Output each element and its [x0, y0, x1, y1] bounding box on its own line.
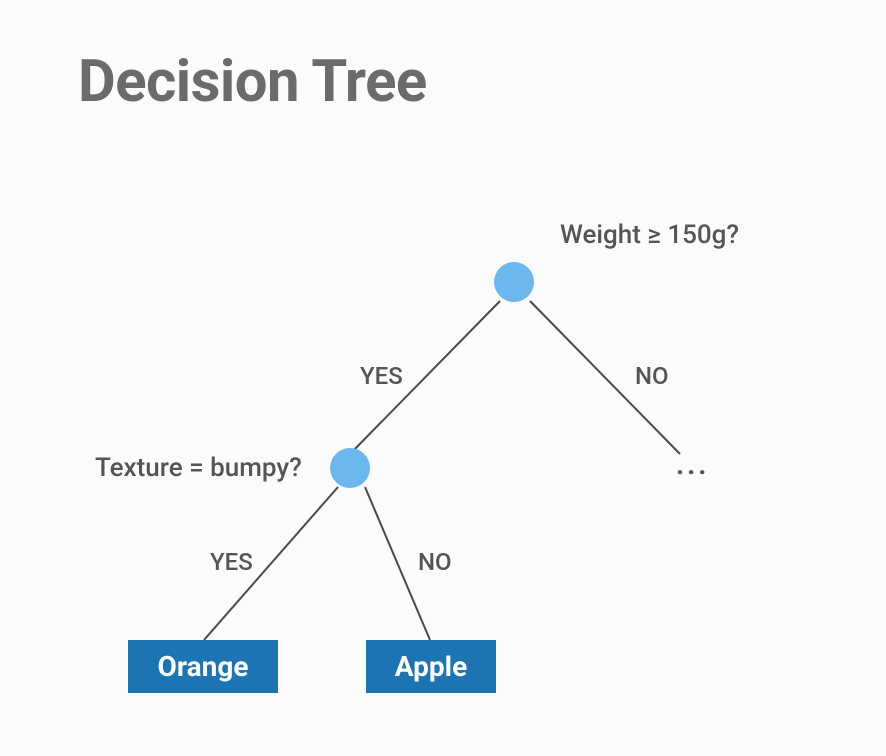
texture-yes-label: YES	[210, 548, 253, 576]
leaf-orange: Orange	[128, 640, 278, 693]
right-child-placeholder: ...	[676, 448, 709, 481]
root-node-icon	[494, 262, 534, 302]
texture-question-label: Texture = bumpy?	[95, 453, 302, 483]
root-question-label: Weight ≥ 150g?	[560, 220, 739, 250]
leaf-apple: Apple	[366, 640, 496, 693]
texture-no-label: NO	[418, 548, 452, 576]
texture-node-icon	[330, 448, 370, 488]
root-no-label: NO	[635, 362, 669, 390]
root-yes-label: YES	[360, 362, 403, 390]
